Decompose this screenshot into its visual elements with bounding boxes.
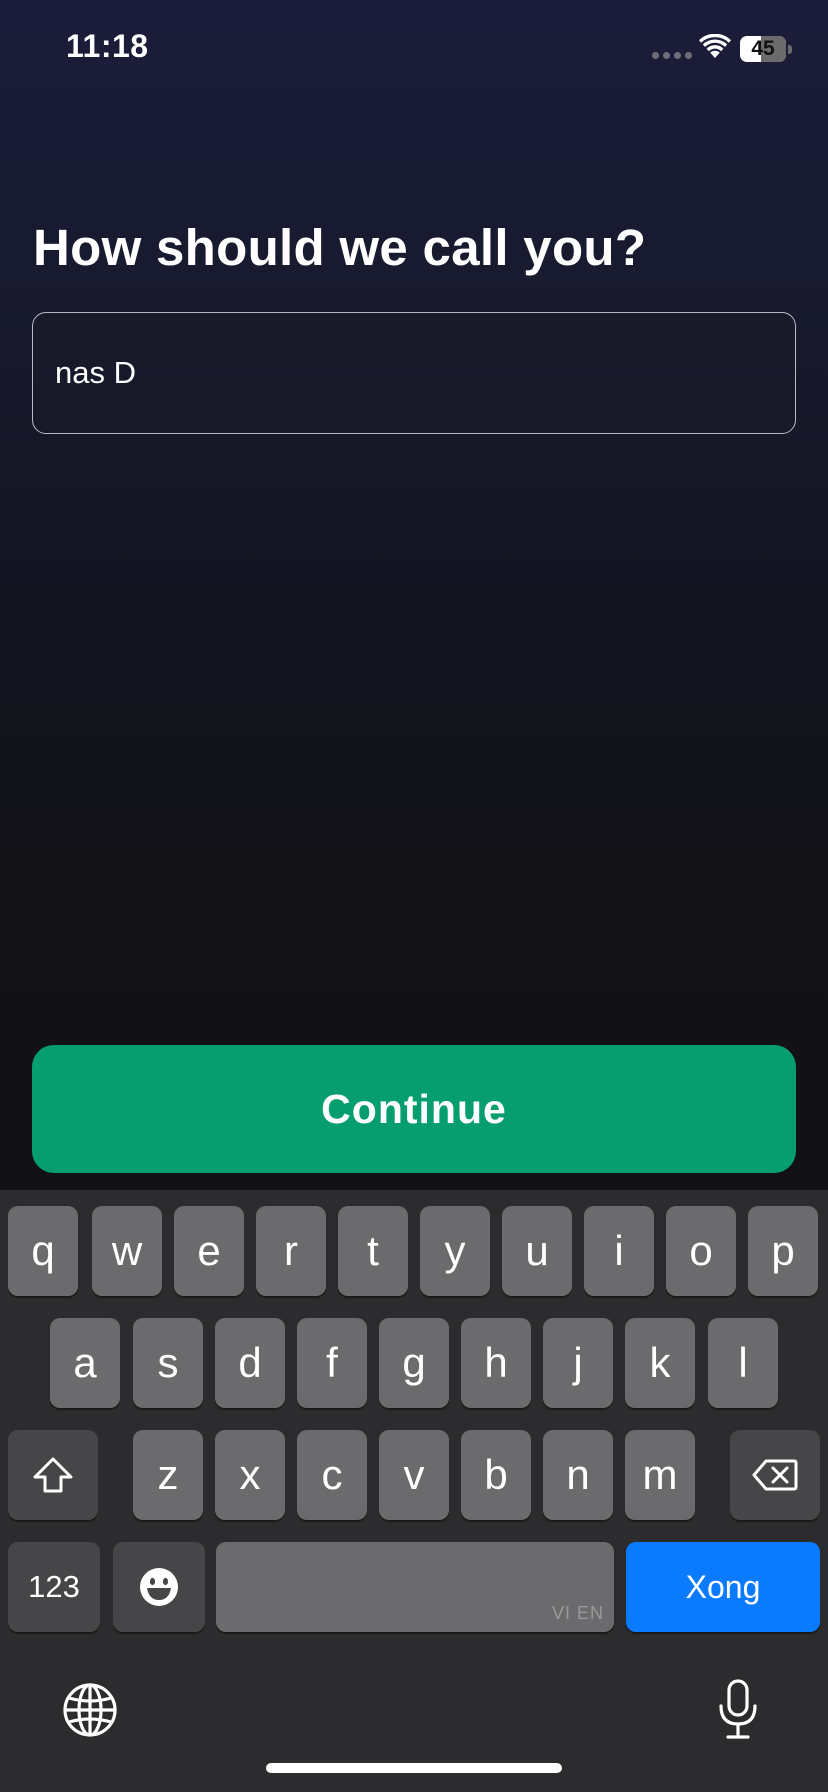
wifi-icon bbox=[699, 34, 731, 58]
cellular-signal-icon bbox=[652, 52, 692, 59]
key-z[interactable]: z bbox=[133, 1430, 203, 1520]
key-q[interactable]: q bbox=[8, 1206, 78, 1296]
key-s[interactable]: s bbox=[133, 1318, 203, 1408]
key-c[interactable]: c bbox=[297, 1430, 367, 1520]
key-l[interactable]: l bbox=[708, 1318, 778, 1408]
microphone-icon[interactable] bbox=[716, 1678, 760, 1742]
key-i[interactable]: i bbox=[584, 1206, 654, 1296]
key-j[interactable]: j bbox=[543, 1318, 613, 1408]
key-o[interactable]: o bbox=[666, 1206, 736, 1296]
key-u[interactable]: u bbox=[502, 1206, 572, 1296]
key-h[interactable]: h bbox=[461, 1318, 531, 1408]
space-key[interactable]: VI EN bbox=[216, 1542, 614, 1632]
page-title: How should we call you? bbox=[33, 219, 647, 276]
shift-icon bbox=[33, 1457, 73, 1493]
key-d[interactable]: d bbox=[215, 1318, 285, 1408]
key-n[interactable]: n bbox=[543, 1430, 613, 1520]
keyboard: q w e r t y u i o p a s d f g h j k l z … bbox=[0, 1190, 828, 1792]
key-p[interactable]: p bbox=[748, 1206, 818, 1296]
battery-icon: 45 bbox=[740, 36, 792, 62]
delete-key[interactable] bbox=[730, 1430, 820, 1520]
return-key[interactable]: Xong bbox=[626, 1542, 820, 1632]
key-b[interactable]: b bbox=[461, 1430, 531, 1520]
key-e[interactable]: e bbox=[174, 1206, 244, 1296]
key-w[interactable]: w bbox=[92, 1206, 162, 1296]
numbers-key[interactable]: 123 bbox=[8, 1542, 100, 1632]
shift-key[interactable] bbox=[8, 1430, 98, 1520]
key-f[interactable]: f bbox=[297, 1318, 367, 1408]
status-bar: 11:18 45 bbox=[0, 0, 828, 100]
space-key-language-hint: VI EN bbox=[551, 1603, 604, 1623]
battery-percent: 45 bbox=[751, 37, 775, 60]
backspace-icon bbox=[752, 1459, 798, 1491]
globe-icon[interactable] bbox=[62, 1682, 118, 1738]
key-g[interactable]: g bbox=[379, 1318, 449, 1408]
key-m[interactable]: m bbox=[625, 1430, 695, 1520]
name-input[interactable] bbox=[32, 312, 796, 434]
emoji-icon bbox=[140, 1568, 178, 1606]
key-y[interactable]: y bbox=[420, 1206, 490, 1296]
key-k[interactable]: k bbox=[625, 1318, 695, 1408]
key-r[interactable]: r bbox=[256, 1206, 326, 1296]
key-v[interactable]: v bbox=[379, 1430, 449, 1520]
status-time: 11:18 bbox=[66, 28, 149, 64]
home-indicator bbox=[266, 1763, 562, 1773]
screen: 11:18 45 How should we call you? Continu… bbox=[0, 0, 828, 1792]
key-t[interactable]: t bbox=[338, 1206, 408, 1296]
key-x[interactable]: x bbox=[215, 1430, 285, 1520]
continue-button[interactable]: Continue bbox=[32, 1045, 796, 1173]
key-a[interactable]: a bbox=[50, 1318, 120, 1408]
emoji-key[interactable] bbox=[113, 1542, 205, 1632]
